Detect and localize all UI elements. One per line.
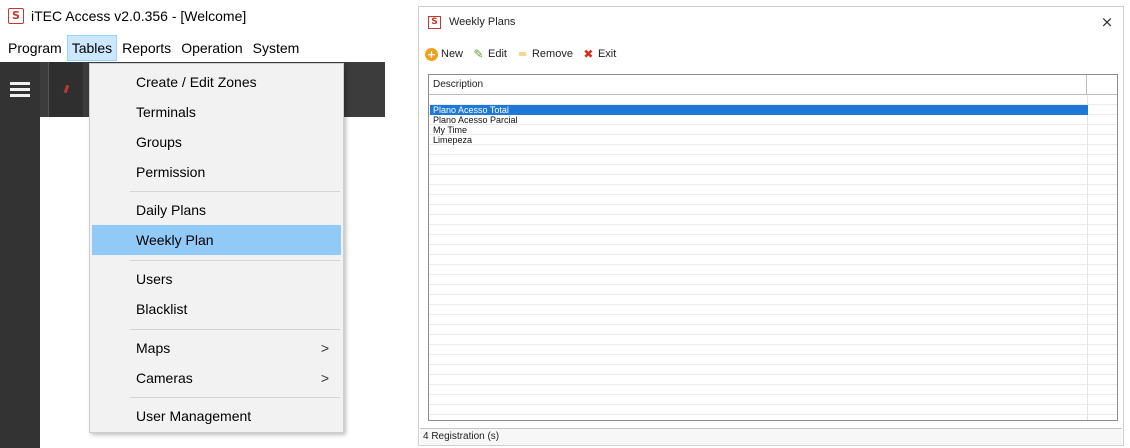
weekly-plans-grid: Description Plano Acesso Total Plano Ace…: [428, 74, 1118, 421]
table-row[interactable]: Plano Acesso Total: [430, 105, 1088, 115]
submenu-arrow-icon: >: [320, 370, 329, 386]
edit-icon: ✎: [473, 46, 484, 61]
main-window: S iTEC Access v2.0.356 - [Welcome] Progr…: [0, 0, 385, 448]
hamburger-menu-icon[interactable]: [10, 82, 30, 98]
menu-operation[interactable]: Operation: [176, 35, 247, 61]
menu-separator: [130, 260, 340, 261]
menu-system[interactable]: System: [248, 35, 305, 61]
menu-item-blacklist[interactable]: Blacklist: [92, 294, 341, 324]
menu-item-groups[interactable]: Groups: [92, 127, 341, 157]
weekly-plans-window: S Weekly Plans × + New ✎ Edit ═ Remove ✖…: [418, 6, 1124, 446]
menu-separator: [130, 397, 340, 398]
exit-icon: ✖: [583, 46, 594, 61]
close-icon[interactable]: ×: [1097, 12, 1117, 32]
new-button[interactable]: + New: [425, 44, 463, 64]
menu-bar: Program Tables Reports Operation System: [0, 34, 385, 62]
window-title: iTEC Access v2.0.356 - [Welcome]: [31, 8, 247, 24]
submenu-arrow-icon: >: [320, 340, 329, 356]
tables-dropdown-menu: Create / Edit Zones Terminals Groups Per…: [89, 63, 344, 433]
grid-header: Description: [429, 75, 1117, 95]
side-rail: [0, 62, 40, 448]
main-titlebar: S iTEC Access v2.0.356 - [Welcome]: [0, 0, 385, 32]
exit-button[interactable]: ✖ Exit: [582, 44, 616, 64]
itec-logo-icon: S: [428, 15, 441, 29]
weekly-plans-titlebar: S Weekly Plans ×: [419, 7, 1123, 37]
menu-item-maps[interactable]: Maps >: [92, 333, 341, 363]
menu-separator: [130, 191, 340, 192]
menu-item-cameras[interactable]: Cameras >: [92, 363, 341, 393]
menu-item-user-management[interactable]: User Management: [92, 401, 341, 431]
menu-item-permission[interactable]: Permission: [92, 157, 341, 187]
menu-program[interactable]: Program: [3, 35, 67, 61]
menu-item-weekly-plan[interactable]: Weekly Plan: [92, 225, 341, 255]
weekly-plans-toolbar: + New ✎ Edit ═ Remove ✖ Exit: [425, 43, 625, 65]
column-header-description[interactable]: Description: [429, 75, 1087, 95]
weekly-plans-title: Weekly Plans: [449, 16, 516, 28]
menu-item-create-edit-zones[interactable]: Create / Edit Zones: [92, 67, 341, 97]
menu-item-daily-plans[interactable]: Daily Plans: [92, 195, 341, 225]
menu-reports[interactable]: Reports: [117, 35, 176, 61]
remove-button[interactable]: ═ Remove: [516, 44, 573, 64]
menu-item-users[interactable]: Users: [92, 264, 341, 294]
table-row[interactable]: Limepeza: [430, 135, 1088, 145]
menu-separator: [130, 329, 340, 330]
edit-button[interactable]: ✎ Edit: [472, 44, 507, 64]
table-row[interactable]: Plano Acesso Parcial: [430, 115, 1088, 125]
menu-tables[interactable]: Tables: [66, 35, 118, 61]
menu-item-terminals[interactable]: Terminals: [92, 97, 341, 127]
itec-logo-icon: S: [8, 8, 24, 24]
add-icon: +: [425, 47, 438, 61]
status-bar: 4 Registration (s): [420, 428, 1122, 445]
table-row[interactable]: My Time: [430, 125, 1088, 135]
remove-icon: ═: [518, 46, 527, 61]
